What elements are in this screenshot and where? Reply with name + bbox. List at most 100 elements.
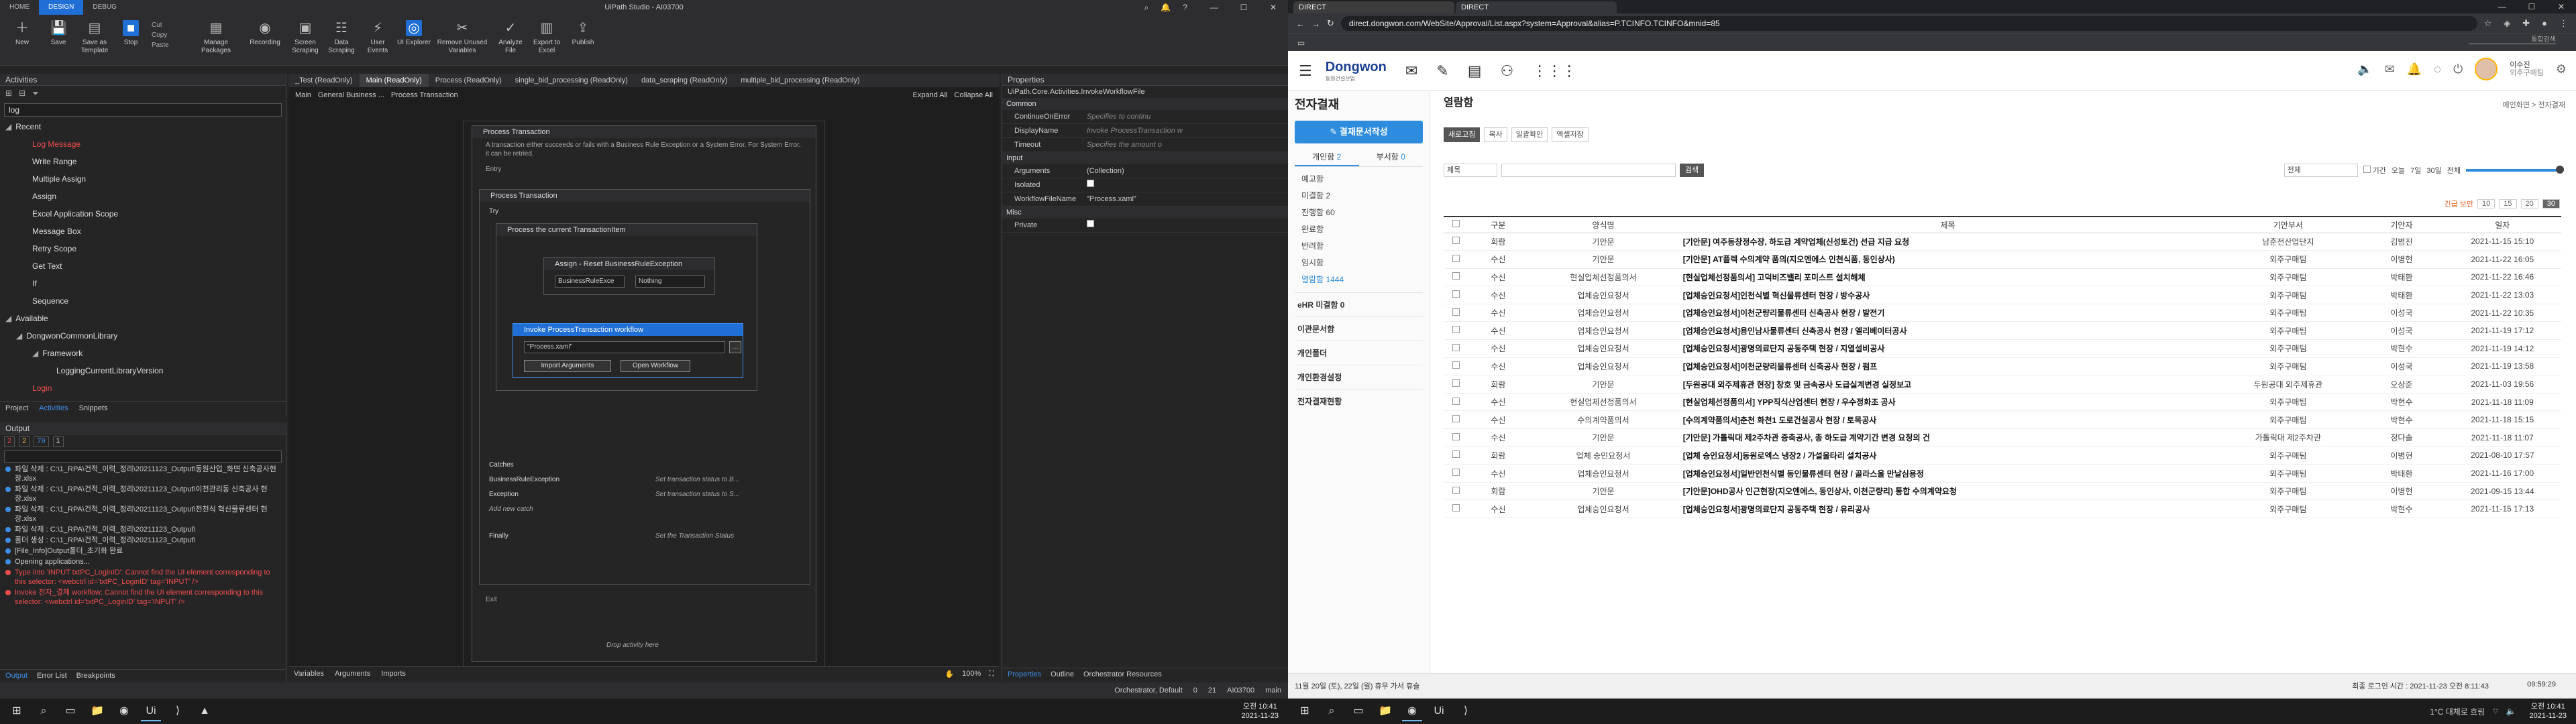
table-row[interactable]: 회람 기안문 [두원공대 외주제휴관 현장] 창호 및 금속공사 도급실계변경 실정… [1444, 375, 2561, 394]
cell-subject[interactable]: [업체승인요청서]광명의료단지 공동주택 현장 / 유리공사 [1678, 499, 2217, 518]
doc-tab[interactable]: multiple_bid_processing (ReadOnly) [734, 74, 866, 87]
table-row[interactable]: 수신 업체승인요청서 [업체승인요청서]이천군량리물류센터 신축공사 현장 / 발전… [1444, 304, 2561, 322]
clock[interactable]: 오전 10:41 2021-11-23 [1242, 702, 1288, 721]
page-size-option[interactable]: 15 [2499, 199, 2517, 208]
tab-output[interactable]: Output [5, 672, 28, 680]
try-catch-activity[interactable]: Process Transaction Try Process the curr… [479, 189, 810, 585]
cut-button[interactable]: Cut [152, 20, 189, 30]
row-checkbox[interactable] [1444, 428, 1469, 447]
filter-errors-toggle[interactable]: 2 [4, 436, 15, 447]
cell-subject[interactable]: [업체승인요청서]용인남사물류센터 신축공사 현장 / 엘리베이터공사 [1678, 321, 2217, 341]
row-checkbox[interactable] [1444, 233, 1469, 251]
catch-exception-type[interactable]: BusinessRuleException [489, 475, 559, 484]
col-header[interactable]: 양식명 [1527, 216, 1679, 233]
lnb-item[interactable]: 미결함 2 [1295, 188, 1423, 204]
filter-info-toggle[interactable]: 79 [34, 436, 49, 447]
profile-icon[interactable]: ● [2542, 18, 2547, 29]
lnb-section[interactable]: eHR 미결함 0 [1295, 292, 1423, 316]
table-row[interactable]: 수신 업체승인요청서 [업체승인요청서]광명의료단지 공동주택 현장 / 지열설비공… [1444, 339, 2561, 358]
cell-subject[interactable]: [수의계약품의서]춘천 화천1 도로건설공사 현장 / 토목공사 [1678, 410, 2217, 430]
chrome-icon[interactable]: ◉ [114, 701, 134, 721]
output-line-error[interactable]: Type into 'INPUT txtPC_LoginID': Cannot … [0, 567, 286, 587]
data-scraping-button[interactable]: ☷ Data Scraping [323, 20, 360, 55]
tree-group-recent[interactable]: ◢ Recent [5, 118, 286, 135]
activity-item[interactable]: Multiple Assign [5, 170, 286, 188]
message-icon[interactable]: ✉ [2385, 62, 2395, 76]
row-checkbox[interactable] [1444, 250, 1469, 269]
scope-select[interactable]: 전체 [2284, 164, 2358, 177]
row-checkbox[interactable] [1444, 286, 1469, 304]
col-header[interactable]: 기안부서 [2216, 216, 2360, 233]
lnb-item[interactable]: 진행함 60 [1295, 204, 1423, 221]
prop-category-misc[interactable]: Misc [1002, 206, 1288, 219]
export-excel-button[interactable]: ▥ Export to Excel [529, 20, 565, 55]
vscode-icon[interactable]: ⟩ [168, 701, 188, 721]
prop-value[interactable]: "Process.xaml" [1083, 192, 1288, 206]
period-option[interactable]: 전체 [2447, 165, 2461, 176]
save-button[interactable]: 💾 Save [40, 20, 76, 47]
excel-save-button[interactable]: 엑셀저장 [1552, 127, 1589, 142]
logo[interactable]: Dongwon 동원건설산업 [1326, 60, 1387, 82]
cell-subject[interactable]: [기안문] 가톨릭대 제2주차관 증축공사, 총 하도급 계약기간 변경 요청의… [1678, 428, 2217, 447]
breadcrumb-item[interactable]: Process Transaction [391, 91, 458, 103]
doc-tab[interactable]: single_bid_processing (ReadOnly) [508, 74, 635, 87]
ribbon-tab-design[interactable]: DESIGN [39, 0, 84, 15]
activity-item[interactable]: Message Box [5, 223, 286, 240]
doc-tab[interactable]: data_scraping (ReadOnly) [635, 74, 734, 87]
lnb-section[interactable]: 개인폴더 [1295, 341, 1423, 365]
power-icon[interactable]: ⏻ [2453, 62, 2463, 76]
windows-start-icon[interactable]: ⊞ [1295, 701, 1315, 721]
table-row[interactable]: 수신 기안문 [기안문] AT플렉 수의계약 품의(지오엔에스 인천식품, 동인상사… [1444, 250, 2561, 269]
menu-dots-icon[interactable]: ⋮ [2559, 18, 2568, 29]
activity-item[interactable]: Retry Scope [5, 240, 286, 257]
tab-orchestrator-resources[interactable]: Orchestrator Resources [1083, 670, 1162, 679]
weather-widget[interactable]: 1°C 대체로 흐림 [2430, 706, 2485, 717]
row-checkbox[interactable] [1444, 357, 1469, 376]
period-checkbox[interactable]: 기간 [2363, 165, 2386, 176]
row-checkbox[interactable] [1444, 499, 1469, 518]
puzzle-icon[interactable]: ✚ [2522, 18, 2530, 29]
lnb-item[interactable]: 예고함 [1295, 171, 1423, 188]
import-arguments-button[interactable]: Import Arguments [524, 360, 611, 372]
col-header[interactable]: 제목 [1678, 216, 2217, 233]
cell-subject[interactable]: [기안문] 여주동창정수장, 하도급 계약업체(신성토건) 선급 지급 요청 [1678, 233, 2217, 251]
prop-row[interactable]: DisplayName Invoke ProcessTransaction w [1002, 124, 1288, 138]
avatar[interactable] [2475, 58, 2498, 80]
lnb-section[interactable]: 개인환경설정 [1295, 365, 1423, 389]
copy-button[interactable]: Copy [152, 30, 189, 40]
breadcrumb-item[interactable]: General Business ... [318, 91, 384, 103]
output-line[interactable]: Opening applications... [0, 556, 286, 567]
table-row[interactable]: 수신 현실업체선정품의서 [현실업체선정품의서] 고덕비즈밸리 포미스트 설치해체 외… [1444, 268, 2561, 287]
maximize-button[interactable]: ☐ [2517, 0, 2546, 13]
cell-subject[interactable]: [업체승인요청서]인천식별 혁신물류센터 현장 / 방수공사 [1678, 286, 2217, 304]
sequence-activity[interactable]: Process the current TransactionItem Assi… [496, 223, 757, 391]
cell-subject[interactable]: [현실업체선정품의서] 고덕비즈밸리 포미스트 설치해체 [1678, 268, 2217, 287]
help-icon[interactable]: ? [1183, 0, 1187, 15]
activity-item[interactable]: Write Range [5, 153, 286, 170]
settings-icon[interactable]: ⚙ [2556, 62, 2567, 76]
bulk-confirm-button[interactable]: 일괄확인 [1511, 127, 1548, 142]
maximize-button[interactable]: ☐ [1229, 0, 1258, 15]
assign-value-field[interactable]: Nothing [635, 276, 705, 288]
period-option[interactable]: 7일 [2410, 165, 2421, 176]
robot-name[interactable]: AI03700 [1227, 686, 1254, 695]
lnb-item[interactable]: 반려함 [1295, 238, 1423, 255]
ribbon-tab-home[interactable]: HOME [0, 0, 39, 15]
ribbon-tab-debug[interactable]: DEBUG [83, 0, 126, 15]
page-size-option-active[interactable]: 30 [2542, 199, 2560, 208]
hamburger-menu-icon[interactable]: ☰ [1299, 62, 1312, 80]
volume-icon[interactable]: 🔈 [2506, 707, 2516, 716]
doc-tab[interactable]: Process (ReadOnly) [429, 74, 508, 87]
table-row[interactable]: 수신 수의계약품의서 [수의계약품의서]춘천 화천1 도로건설공사 현장 / 토목공… [1444, 410, 2561, 430]
search-icon[interactable]: ⌕ [34, 701, 54, 721]
task-view-icon[interactable]: ▭ [1348, 701, 1368, 721]
collapse-all-button[interactable]: Collapse All [955, 91, 993, 99]
tab-breakpoints[interactable]: Breakpoints [76, 672, 115, 680]
tab-project[interactable]: Project [5, 404, 28, 413]
row-checkbox[interactable] [1444, 410, 1469, 430]
output-line-error[interactable]: Invoke 전자_결제 workflow: Cannot find the U… [0, 587, 286, 607]
table-row[interactable]: 수신 기안문 [기안문] 가톨릭대 제2주차관 증축공사, 총 하도급 계약기간 변… [1444, 428, 2561, 447]
lnb-item[interactable]: 임시함 [1295, 255, 1423, 272]
minimize-button[interactable]: — [2487, 0, 2517, 13]
table-row[interactable]: 수신 업체승인요청서 [업체승인요청서]광명의료단지 공동주택 현장 / 유리공사 외… [1444, 499, 2561, 518]
